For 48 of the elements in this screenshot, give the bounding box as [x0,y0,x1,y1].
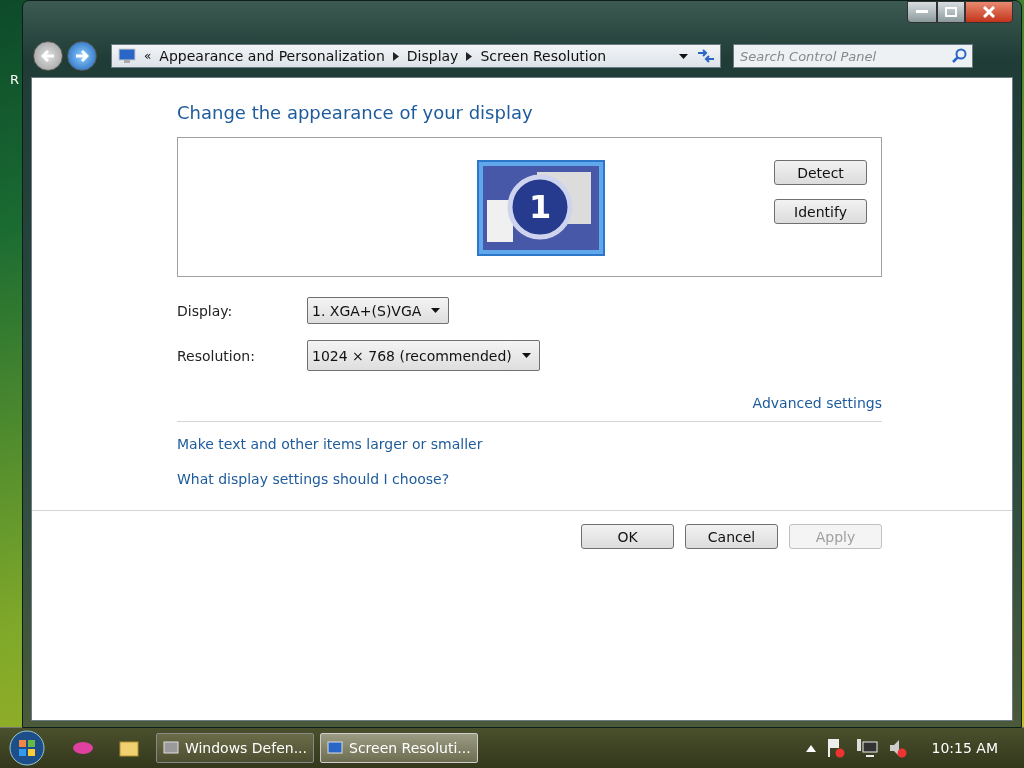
speaker-icon[interactable] [887,738,908,758]
panel-button[interactable]: Identify [774,199,867,224]
monitor-small-icon [118,48,136,64]
dropdown-arrow-icon [521,353,531,358]
page-heading: Change the appearance of your display [177,102,534,123]
search-field[interactable]: Search Control Panel [733,44,973,68]
close-icon [983,6,995,18]
help-link[interactable]: Make text and other items larger or smaller [177,436,483,452]
breadcrumb[interactable]: Appearance and Personalization [159,48,385,64]
advanced-settings-link[interactable]: Advanced settings [752,395,882,411]
address-bar[interactable]: « Appearance and Personalization Display Screen Resolution [111,44,721,68]
dropdown[interactable]: 1024 × 768 (recommended) [307,340,540,371]
window-icon [163,741,179,755]
show-hidden-icons-icon[interactable] [805,744,816,752]
maximize-button[interactable] [937,1,965,23]
dropdown-arrow-icon [431,308,441,313]
search-icon [952,48,967,63]
refresh-icon[interactable] [696,48,716,64]
chevron-right-icon [466,51,473,61]
close-button[interactable] [965,1,1013,23]
dropdown-arrow-icon [679,53,688,59]
help-link[interactable]: What display settings should I choose? [177,471,450,487]
dialog-button[interactable]: OK [581,524,674,549]
forward-arrow-icon [75,50,89,62]
chevron-right-icon [392,51,399,61]
taskbar-button[interactable]: Windows Defen... [156,733,314,763]
overflow-chevron[interactable]: « [144,49,152,63]
dialog-button[interactable]: Cancel [685,524,778,549]
maximize-icon [945,7,957,17]
clock[interactable]: 10:15 AM [931,740,998,756]
taskbar-button[interactable]: Screen Resoluti... [320,733,478,763]
breadcrumb[interactable]: Display [406,48,459,64]
back-arrow-icon [41,50,55,62]
monitor-drawing[interactable] [477,160,605,256]
window-icon [327,741,343,755]
panel-button[interactable]: Detect [774,160,867,185]
network-icon[interactable] [855,738,878,758]
monitor-number: 1 [529,188,552,226]
field-label: Display: [177,302,234,319]
minimize-icon [916,10,928,14]
desktop-icon-label: R [10,72,20,87]
field-label: Resolution: [177,347,256,364]
breadcrumb[interactable]: Screen Resolution [480,48,607,64]
dropdown[interactable]: 1. XGA+(S)VGA [307,297,450,324]
forward-button[interactable] [67,41,97,71]
start-button[interactable] [6,729,48,767]
minimize-button[interactable] [907,1,937,23]
flag-icon[interactable] [825,738,846,758]
